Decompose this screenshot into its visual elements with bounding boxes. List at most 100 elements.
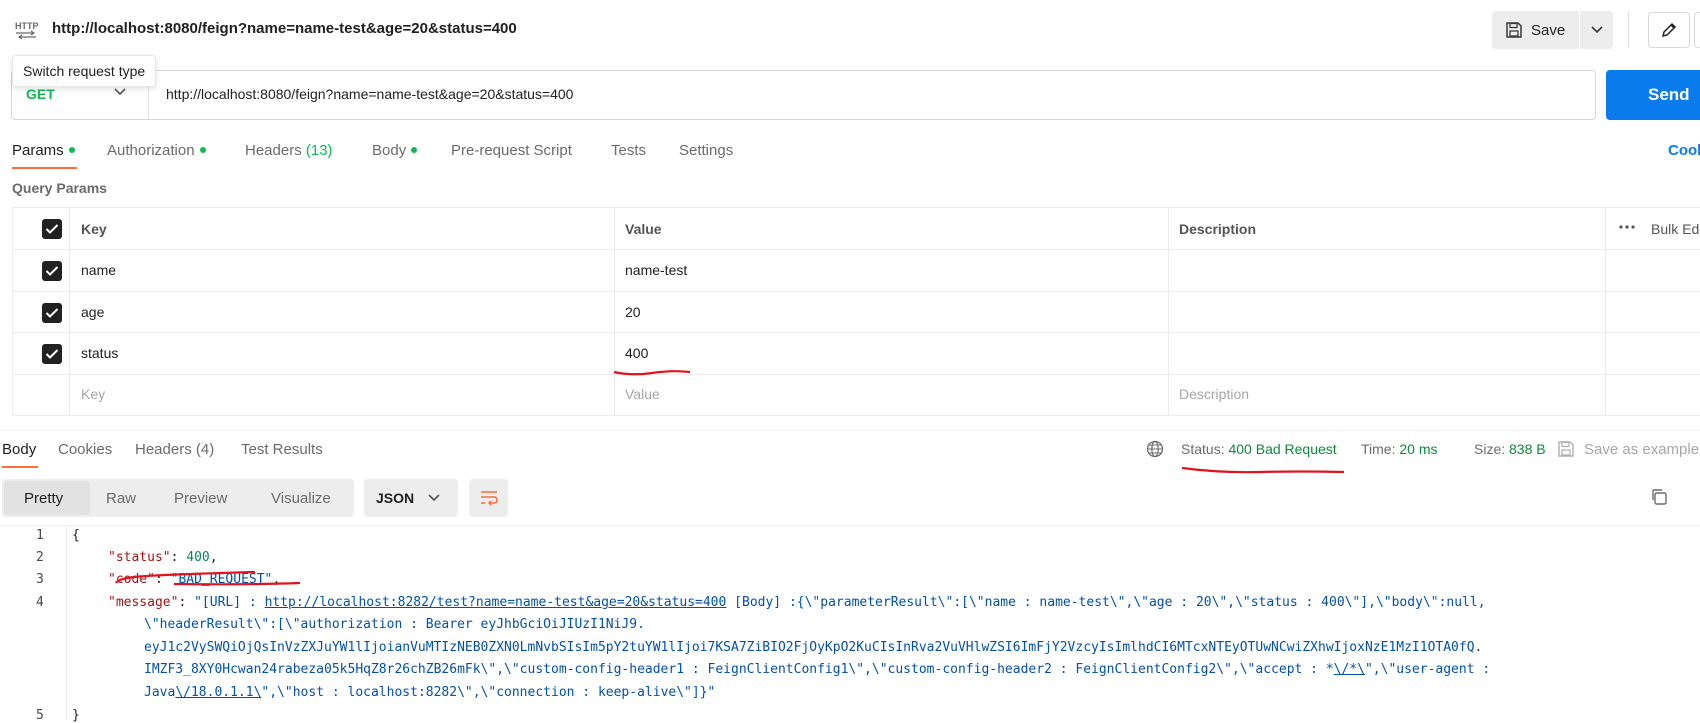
json-link[interactable]: \/*\ — [1334, 662, 1365, 677]
response-status[interactable]: Status: 400 Bad Request — [1181, 441, 1337, 457]
bulk-edit-button[interactable]: Bulk Edit — [1651, 221, 1700, 237]
status-dot — [199, 147, 206, 154]
json-key: "message" — [108, 595, 179, 610]
format-pretty[interactable]: Pretty — [24, 490, 63, 507]
time-label: Time: — [1361, 441, 1396, 457]
save-button[interactable]: Save — [1492, 11, 1578, 49]
column-divider — [1605, 208, 1606, 416]
response-tab-body[interactable]: Body — [2, 441, 36, 458]
param-key[interactable]: age — [81, 304, 104, 320]
column-divider — [1168, 208, 1169, 416]
chevron-down-icon[interactable] — [114, 88, 126, 96]
save-options-button[interactable] — [1580, 11, 1613, 49]
send-button[interactable]: Send — [1606, 70, 1700, 120]
globe-icon[interactable] — [1146, 440, 1164, 458]
save-label: Save — [1531, 21, 1566, 39]
json-brace: { — [72, 528, 80, 543]
row-divider — [13, 291, 1700, 292]
http-icon[interactable]: HTTP — [14, 18, 38, 40]
method-select[interactable]: GET — [26, 86, 55, 102]
tab-label: Body — [372, 142, 407, 159]
tab-tests[interactable]: Tests — [611, 142, 646, 159]
tab-label: Headers — [245, 142, 302, 159]
row-checkbox[interactable] — [42, 303, 62, 323]
column-divider — [614, 208, 615, 416]
response-tab-headers[interactable]: Headers (4) — [135, 441, 214, 458]
json-key: "status" — [108, 550, 171, 565]
param-value[interactable]: 400 — [625, 345, 648, 361]
param-key[interactable]: name — [81, 262, 116, 278]
new-value-input[interactable]: Value — [625, 386, 660, 402]
response-size[interactable]: Size: 838 B — [1474, 441, 1546, 457]
json-string: [Body] :{\"parameterResult\":[\"name : n… — [726, 595, 1486, 610]
json-brace: } — [72, 708, 80, 723]
param-key[interactable]: status — [81, 345, 118, 361]
copy-icon[interactable] — [1650, 488, 1668, 506]
row-divider — [13, 374, 1700, 375]
row-checkbox[interactable] — [42, 261, 62, 281]
code-line: } — [72, 708, 80, 723]
format-visualize[interactable]: Visualize — [271, 490, 331, 507]
format-tabs: Pretty Raw Preview Visualize — [2, 479, 354, 517]
json-link[interactable]: \/18.0.1.1\ — [175, 685, 261, 700]
annotation-underline — [1181, 466, 1345, 474]
row-divider — [13, 415, 1700, 416]
divider — [0, 430, 1700, 431]
divider — [1628, 12, 1629, 48]
json-link[interactable]: http://localhost:8282/test?name=name-tes… — [265, 595, 727, 610]
tooltip: Switch request type — [12, 55, 157, 87]
edit-button[interactable] — [1648, 12, 1690, 48]
response-time[interactable]: Time: 20 ms — [1361, 441, 1438, 457]
line-number: 1 — [36, 528, 44, 543]
pencil-icon — [1660, 21, 1678, 39]
more-icon[interactable] — [1618, 220, 1636, 237]
row-divider — [13, 249, 1700, 250]
line-number: 2 — [36, 550, 44, 565]
format-raw[interactable]: Raw — [106, 490, 136, 507]
json-string: "[URL] : — [194, 595, 265, 610]
new-key-input[interactable]: Key — [81, 386, 105, 402]
cookies-link[interactable]: Cookies — [1668, 142, 1700, 159]
json-string: ",\"user-agent : — [1364, 662, 1491, 677]
code-line: \"headerResult\":[\"authorization : Bear… — [144, 617, 645, 632]
tab-prerequest-script[interactable]: Pre-request Script — [451, 142, 572, 159]
code-line: "status": 400, — [108, 550, 218, 565]
response-tab-cookies[interactable]: Cookies — [58, 441, 112, 458]
param-value[interactable]: 20 — [625, 304, 641, 320]
column-header-value: Value — [625, 221, 662, 237]
tab-label: Authorization — [107, 142, 195, 159]
select-all-checkbox[interactable] — [42, 219, 62, 239]
status-dot — [411, 147, 418, 154]
json-string: ",\"host : localhost:8282\",\"connection… — [261, 685, 716, 700]
row-checkbox[interactable] — [42, 344, 62, 364]
new-description-input[interactable]: Description — [1179, 386, 1249, 402]
tab-params[interactable]: Params — [12, 142, 75, 159]
save-icon — [1505, 21, 1523, 39]
response-tab-test-results[interactable]: Test Results — [241, 441, 323, 458]
annotation-underline — [115, 570, 301, 586]
tab-label: Tests — [611, 142, 647, 159]
tab-label: Headers — [135, 441, 192, 458]
active-tab-indicator — [2, 466, 38, 468]
time-value: 20 ms — [1399, 441, 1438, 457]
tab-authorization[interactable]: Authorization — [107, 142, 206, 159]
request-title[interactable]: http://localhost:8080/feign?name=name-te… — [52, 20, 517, 37]
line-number: 4 — [36, 595, 44, 610]
wrap-lines-button[interactable] — [469, 479, 508, 517]
status-value: 400 Bad Request — [1228, 441, 1337, 457]
size-value: 838 B — [1509, 441, 1546, 457]
save-as-example-button[interactable]: Save as example — [1584, 441, 1699, 458]
column-header-key: Key — [81, 221, 107, 237]
sidebar-toggle-button[interactable] — [1694, 12, 1700, 48]
code-line: IMZF3_8XY0Hcwan24rabeza05k5HqZ8r26chZB26… — [144, 662, 1490, 677]
tab-settings[interactable]: Settings — [679, 142, 733, 159]
tab-body[interactable]: Body — [372, 142, 418, 159]
tab-headers[interactable]: Headers (13) — [245, 142, 333, 159]
param-value[interactable]: name-test — [625, 262, 687, 278]
status-label: Status: — [1181, 441, 1225, 457]
query-params-label: Query Params — [12, 180, 107, 196]
language-select[interactable]: JSON — [364, 479, 458, 517]
url-input[interactable]: http://localhost:8080/feign?name=name-te… — [166, 86, 573, 102]
format-preview[interactable]: Preview — [174, 490, 227, 507]
code-line: { — [72, 528, 80, 543]
